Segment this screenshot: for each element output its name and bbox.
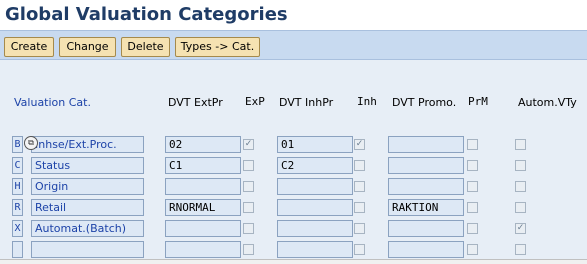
dvt-inhpr-field[interactable]: 01 <box>277 136 353 153</box>
prm-checkbox[interactable] <box>467 160 478 171</box>
table-row: C Status C1 C2 <box>0 157 587 176</box>
dvt-inhpr-field[interactable] <box>277 178 353 195</box>
valuation-cat-name-field[interactable] <box>31 241 144 258</box>
title-bar: Global Valuation Categories <box>0 0 587 30</box>
dvt-promo-field[interactable] <box>388 136 464 153</box>
header-dvt-extpr: DVT ExtPr <box>168 96 223 109</box>
valuation-cat-name-field[interactable]: Status <box>31 157 144 174</box>
autom-vty-checkbox[interactable]: ✓ <box>515 223 526 234</box>
header-prm: PrM <box>468 95 488 108</box>
dvt-extpr-field[interactable] <box>165 241 241 258</box>
autom-vty-checkbox[interactable] <box>515 202 526 213</box>
prm-checkbox[interactable] <box>467 202 478 213</box>
delete-button[interactable]: Delete <box>121 37 170 57</box>
valuation-cat-code-field[interactable]: H <box>12 178 23 195</box>
popup-icon[interactable]: ⧉ <box>24 136 38 150</box>
types-to-cat-button[interactable]: Types -> Cat. <box>175 37 260 57</box>
valuation-cat-code-field[interactable]: C <box>12 157 23 174</box>
autom-vty-checkbox[interactable] <box>515 160 526 171</box>
dvt-extpr-field[interactable] <box>165 178 241 195</box>
exp-checkbox[interactable]: ✓ <box>243 139 254 150</box>
valuation-cat-code-field[interactable] <box>12 241 23 258</box>
header-inh: Inh <box>357 95 377 108</box>
inh-checkbox[interactable] <box>354 160 365 171</box>
dvt-extpr-field[interactable]: C1 <box>165 157 241 174</box>
inh-checkbox[interactable]: ✓ <box>354 139 365 150</box>
autom-vty-checkbox[interactable] <box>515 139 526 150</box>
table-row: X Automat.(Batch) ✓ <box>0 220 587 239</box>
checkmark-icon: ✓ <box>244 139 253 149</box>
valuation-cat-code-field[interactable]: B <box>12 136 23 153</box>
toolbar: Create Change Delete Types -> Cat. <box>0 30 587 60</box>
dvt-inhpr-field[interactable] <box>277 199 353 216</box>
autom-vty-checkbox[interactable] <box>515 244 526 255</box>
page-title: Global Valuation Categories <box>5 4 288 25</box>
header-dvt-inhpr: DVT InhPr <box>279 96 334 109</box>
valuation-cat-name-field[interactable]: Origin <box>31 178 144 195</box>
prm-checkbox[interactable] <box>467 223 478 234</box>
horizontal-scrollbar[interactable] <box>0 259 587 264</box>
dvt-promo-field[interactable] <box>388 220 464 237</box>
valuation-cat-code-field[interactable]: R <box>12 199 23 216</box>
dvt-extpr-field[interactable]: RNORMAL <box>165 199 241 216</box>
dvt-promo-field[interactable] <box>388 178 464 195</box>
checkmark-icon: ✓ <box>355 139 364 149</box>
exp-checkbox[interactable] <box>243 223 254 234</box>
header-autom-vty: Autom.VTy <box>518 96 577 109</box>
valuation-cat-name-field[interactable]: Retail <box>31 199 144 216</box>
exp-checkbox[interactable] <box>243 202 254 213</box>
prm-checkbox[interactable] <box>467 139 478 150</box>
inh-checkbox[interactable] <box>354 202 365 213</box>
exp-checkbox[interactable] <box>243 181 254 192</box>
dvt-promo-field[interactable]: RAKTION <box>388 199 464 216</box>
dvt-inhpr-field[interactable] <box>277 241 353 258</box>
change-button[interactable]: Change <box>59 37 116 57</box>
dvt-extpr-field[interactable]: 02 <box>165 136 241 153</box>
header-dvt-promo: DVT Promo. <box>392 96 457 109</box>
valuation-cat-name-field[interactable]: Automat.(Batch) <box>31 220 144 237</box>
dvt-inhpr-field[interactable]: C2 <box>277 157 353 174</box>
autom-vty-checkbox[interactable] <box>515 181 526 192</box>
header-valuation-cat: Valuation Cat. <box>14 96 91 109</box>
table-row: B Inhse/Ext.Proc. 02 ✓ 01 ✓ <box>0 136 587 155</box>
exp-checkbox[interactable] <box>243 160 254 171</box>
prm-checkbox[interactable] <box>467 181 478 192</box>
dvt-extpr-field[interactable] <box>165 220 241 237</box>
prm-checkbox[interactable] <box>467 244 478 255</box>
valuation-cat-name-field[interactable]: Inhse/Ext.Proc. <box>31 136 144 153</box>
dvt-promo-field[interactable] <box>388 157 464 174</box>
checkmark-icon: ✓ <box>516 223 525 233</box>
inh-checkbox[interactable] <box>354 223 365 234</box>
table-row: H Origin <box>0 178 587 197</box>
exp-checkbox[interactable] <box>243 244 254 255</box>
create-button[interactable]: Create <box>4 37 54 57</box>
dvt-promo-field[interactable] <box>388 241 464 258</box>
table-row: R Retail RNORMAL RAKTION <box>0 199 587 218</box>
header-exp: ExP <box>245 95 265 108</box>
inh-checkbox[interactable] <box>354 244 365 255</box>
table-row <box>0 241 587 260</box>
dvt-inhpr-field[interactable] <box>277 220 353 237</box>
inh-checkbox[interactable] <box>354 181 365 192</box>
valuation-cat-code-field[interactable]: X <box>12 220 23 237</box>
